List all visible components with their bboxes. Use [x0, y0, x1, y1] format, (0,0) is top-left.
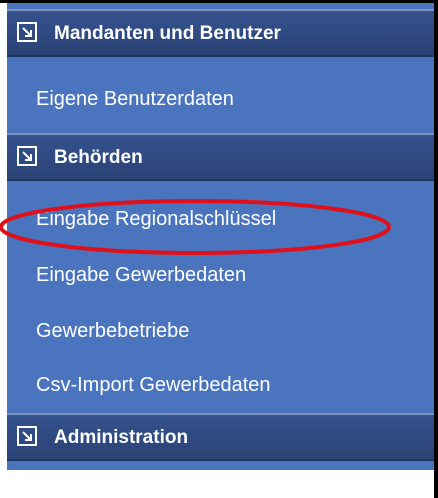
menu-item-eingabe-regionalschluessel[interactable]: Eingabe Regionalschlüssel: [7, 192, 434, 246]
menu-item-label: Gewerbebetriebe: [36, 320, 190, 342]
section-header-administration[interactable]: Administration: [7, 413, 434, 461]
panel-bottom: [7, 470, 434, 498]
right-border: [434, 0, 438, 498]
section-header-mandanten[interactable]: Mandanten und Benutzer: [7, 9, 434, 57]
section-header-behoerden[interactable]: Behörden: [7, 133, 434, 181]
navigation-panel: Mandanten und Benutzer Eigene Benutzerda…: [0, 0, 438, 498]
menu-item-label: Csv-Import Gewerbedaten: [36, 374, 271, 396]
sidebar-menu: Mandanten und Benutzer Eigene Benutzerda…: [7, 3, 434, 470]
menu-item-label: Eingabe Regionalschlüssel: [36, 208, 277, 230]
collapse-square-icon[interactable]: [17, 146, 37, 166]
menu-item-label: Eigene Benutzerdaten: [36, 88, 234, 110]
collapse-square-icon[interactable]: [17, 22, 37, 42]
menu-item-eingabe-gewerbedaten[interactable]: Eingabe Gewerbedaten: [7, 248, 434, 302]
menu-item-eigene-benutzerdaten[interactable]: Eigene Benutzerdaten: [7, 72, 434, 126]
menu-item-label: Eingabe Gewerbedaten: [36, 264, 247, 286]
menu-item-gewerbebetriebe[interactable]: Gewerbebetriebe: [7, 304, 434, 358]
section-title: Mandanten und Benutzer: [54, 23, 281, 44]
menu-item-csv-import-gewerbedaten[interactable]: Csv-Import Gewerbedaten: [7, 358, 434, 412]
section-title: Administration: [54, 427, 189, 448]
collapse-square-icon[interactable]: [17, 426, 37, 446]
section-title: Behörden: [54, 147, 143, 168]
